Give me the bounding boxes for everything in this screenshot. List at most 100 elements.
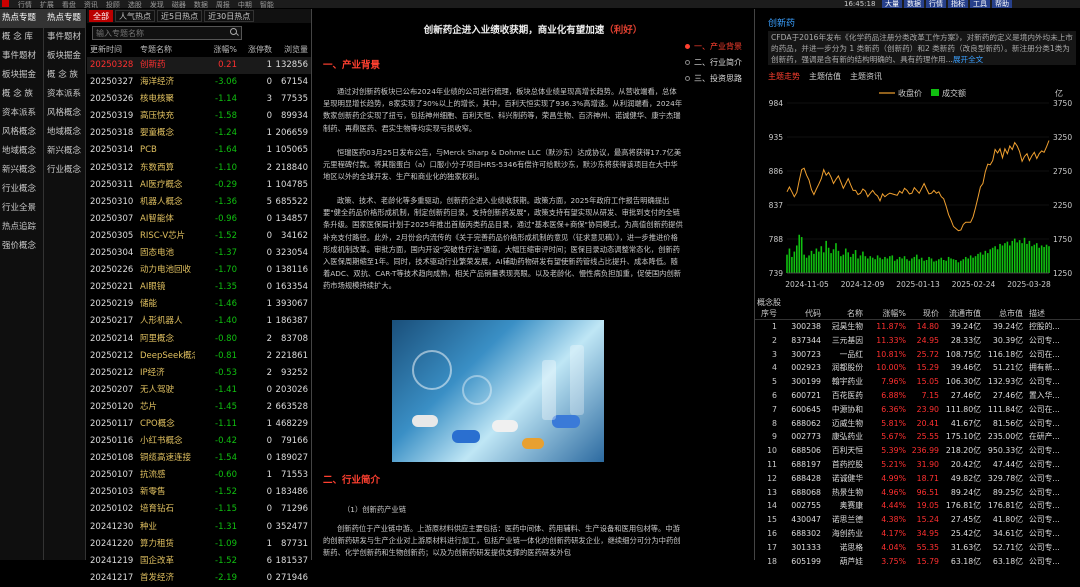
subnav-item-6[interactable]: 地域概念 — [44, 123, 85, 142]
header-views[interactable]: 浏览量 — [272, 43, 310, 57]
top-button-4[interactable]: 工具 — [970, 0, 990, 8]
menu-item-3[interactable]: 资讯 — [84, 1, 98, 8]
subnav-item-0[interactable]: 热点专题 — [44, 9, 85, 28]
subnav-item-1[interactable]: 事件题材 — [44, 28, 85, 47]
subnav-item-2[interactable]: 板块掘金 — [44, 47, 85, 66]
list-item[interactable]: 20250120 芯片 -1.45 2 663528 — [87, 399, 311, 416]
list-item[interactable]: 20250311 AI医疗概念 -0.29 1 104785 — [87, 177, 311, 194]
list-item[interactable]: 20250327 海洋经济 -3.06 0 67154 — [87, 74, 311, 91]
top-button-2[interactable]: 行情 — [926, 0, 946, 8]
list-item[interactable]: 20250214 阿里概念 -0.80 2 83708 — [87, 331, 311, 348]
detail-tab-2[interactable]: 主题资讯 — [850, 71, 882, 82]
list-item[interactable]: 20250326 核电核聚 -1.14 3 77535 — [87, 91, 311, 108]
table-row[interactable]: 18 605199 葫芦娃 3.75% 15.79 63.18亿 63.18亿 公司专... — [755, 555, 1080, 569]
sidebar-item-4[interactable]: 概 念 族 — [0, 85, 43, 104]
detail-tab-0[interactable]: 主题走势 — [768, 71, 800, 82]
sidebar-item-6[interactable]: 风格概念 — [0, 123, 43, 142]
menu-item-7[interactable]: 磁器 — [172, 1, 186, 8]
sidebar-item-12[interactable]: 强价概念 — [0, 237, 43, 256]
table-row[interactable]: 14 002755 奥赛康 4.44% 19.05 176.81亿 176.81亿 公司专..… — [755, 499, 1080, 513]
menu-item-6[interactable]: 发现 — [150, 1, 164, 8]
list-item[interactable]: 20250108 铜缆高速连接 -1.54 0 189027 — [87, 450, 311, 467]
list-item[interactable]: 20250212 DeepSeek概念 -0.81 2 221861 — [87, 348, 311, 365]
header-stocks[interactable]: 涨停数 — [237, 43, 272, 57]
list-tab-3[interactable]: 近30日热点 — [204, 10, 255, 22]
col-total[interactable]: 总市值 — [981, 307, 1023, 319]
menu-item-11[interactable]: 智能 — [260, 1, 274, 8]
table-row[interactable]: 8 688062 迈威生物 5.81% 20.41 41.67亿 81.56亿 公司专... — [755, 417, 1080, 431]
list-item[interactable]: 20250305 RISC-V芯片 -1.52 0 34162 — [87, 228, 311, 245]
table-row[interactable]: 7 600645 中源协和 6.36% 23.90 111.80亿 111.84亿 公司在..… — [755, 403, 1080, 417]
list-item[interactable]: 20241220 算力租赁 -1.09 1 87731 — [87, 536, 311, 553]
list-item[interactable]: 20250103 新零售 -1.52 0 183486 — [87, 484, 311, 501]
toc-item-0[interactable]: 一、产业背景 — [685, 39, 753, 55]
sidebar-item-3[interactable]: 板块掘金 — [0, 66, 43, 85]
table-row[interactable]: 12 688428 诺诚健华 4.99% 18.71 49.82亿 329.78亿 公司专..… — [755, 472, 1080, 486]
header-chg[interactable]: 涨幅% — [195, 43, 237, 57]
sidebar-item-11[interactable]: 热点追踪 — [0, 218, 43, 237]
table-row[interactable]: 13 688068 热景生物 4.96% 96.51 89.24亿 89.25亿 公司专... — [755, 486, 1080, 500]
subnav-item-3[interactable]: 概 念 族 — [44, 66, 85, 85]
list-item[interactable]: 20250307 AI智能体 -0.96 0 134857 — [87, 211, 311, 228]
list-item[interactable]: 20250226 动力电池回收 -1.70 0 138116 — [87, 262, 311, 279]
table-row[interactable]: 3 300723 一品红 10.81% 25.72 108.75亿 116.18亿 公司在..… — [755, 348, 1080, 362]
menu-item-8[interactable]: 数据 — [194, 1, 208, 8]
sidebar-item-9[interactable]: 行业概念 — [0, 180, 43, 199]
list-item[interactable]: 20250116 小红书概念 -0.42 0 79166 — [87, 433, 311, 450]
sidebar-item-0[interactable]: 热点专题 — [0, 9, 43, 28]
sidebar-item-1[interactable]: 概 念 库 — [0, 28, 43, 47]
sidebar-item-8[interactable]: 新兴概念 — [0, 161, 43, 180]
header-date[interactable]: 更新时间 — [87, 43, 135, 57]
sidebar-item-7[interactable]: 地域概念 — [0, 142, 43, 161]
table-row[interactable]: 16 688302 海创药业 4.17% 34.95 25.42亿 34.61亿 公司专... — [755, 527, 1080, 541]
sidebar-item-5[interactable]: 资本派系 — [0, 104, 43, 123]
menu-item-10[interactable]: 中期 — [238, 1, 252, 8]
list-tab-1[interactable]: 人气热点 — [115, 10, 155, 22]
toc-item-2[interactable]: 三、投资思路 — [685, 71, 753, 87]
list-tab-2[interactable]: 近5日热点 — [157, 10, 203, 22]
list-item[interactable]: 20241219 国企改革 -1.52 6 181537 — [87, 553, 311, 570]
table-row[interactable]: 6 600721 百花医药 6.88% 7.15 27.46亿 27.46亿 置入华... — [755, 389, 1080, 403]
menu-item-5[interactable]: 选股 — [128, 1, 142, 8]
list-item[interactable]: 20250328 创新药 0.21 1 132856 — [87, 57, 311, 75]
list-item[interactable]: 20250117 CPO概念 -1.11 1 468229 — [87, 416, 311, 433]
top-button-0[interactable]: 大量 — [882, 0, 902, 8]
table-row[interactable]: 17 301333 诺思格 4.04% 55.35 31.63亿 52.71亿 公司专... — [755, 541, 1080, 555]
subnav-item-5[interactable]: 风格概念 — [44, 104, 85, 123]
list-item[interactable]: 20250212 IP经济 -0.53 2 93252 — [87, 365, 311, 382]
subnav-item-4[interactable]: 资本派系 — [44, 85, 85, 104]
list-item[interactable]: 20250310 机器人概念 -1.36 5 685522 — [87, 194, 311, 211]
menu-item-0[interactable]: 行情 — [18, 1, 32, 8]
list-item[interactable]: 20250219 储能 -1.46 1 393067 — [87, 296, 311, 313]
list-tab-0[interactable]: 全部 — [89, 10, 113, 22]
table-row[interactable]: 1 300238 冠昊生物 11.87% 14.80 39.24亿 39.24亿 控股的... — [755, 320, 1080, 334]
sidebar-item-10[interactable]: 行业全景 — [0, 199, 43, 218]
table-row[interactable]: 2 837344 三元基因 11.33% 24.95 28.33亿 30.39亿 公司专... — [755, 334, 1080, 348]
list-item[interactable]: 20250318 婴童概念 -1.24 1 206659 — [87, 125, 311, 142]
table-row[interactable]: 15 430047 诺思兰德 4.38% 15.24 27.45亿 41.80亿 公司专... — [755, 513, 1080, 527]
search-input[interactable] — [92, 26, 242, 40]
col-pct[interactable]: 涨幅% — [863, 307, 906, 319]
expand-link[interactable]: 展开全文 — [953, 55, 983, 64]
col-price[interactable]: 现价 — [906, 307, 939, 319]
top-button-5[interactable]: 帮助 — [992, 0, 1012, 8]
subnav-item-7[interactable]: 新兴概念 — [44, 142, 85, 161]
table-row[interactable]: 5 300199 翰宇药业 7.96% 15.05 106.30亿 132.93亿 公司专..… — [755, 375, 1080, 389]
col-code[interactable]: 代码 — [777, 307, 821, 319]
list-item[interactable]: 20250319 高压快充 -1.58 0 89934 — [87, 108, 311, 125]
list-item[interactable]: 20241230 种业 -1.31 0 352477 — [87, 519, 311, 536]
search-icon[interactable] — [230, 28, 237, 35]
list-item[interactable]: 20250102 培育钻石 -1.15 0 71296 — [87, 501, 311, 518]
table-row[interactable]: 4 002923 润都股份 10.00% 15.29 39.46亿 51.21亿 拥有新... — [755, 361, 1080, 375]
list-item[interactable]: 20250221 AI眼镜 -1.35 0 163354 — [87, 279, 311, 296]
table-row[interactable]: 11 688197 首药控股 5.21% 31.90 20.42亿 47.44亿 公司专... — [755, 458, 1080, 472]
menu-item-4[interactable]: 投顾 — [106, 1, 120, 8]
list-item[interactable]: 20241217 首发经济 -2.19 0 271946 — [87, 570, 311, 587]
col-float[interactable]: 流通市值 — [939, 307, 981, 319]
detail-tab-1[interactable]: 主题估值 — [809, 71, 841, 82]
col-name[interactable]: 名称 — [821, 307, 863, 319]
toc-item-1[interactable]: 二、行业简介 — [685, 55, 753, 71]
col-seq[interactable]: 序号 — [755, 307, 777, 319]
list-item[interactable]: 20250304 固态电池 -1.37 0 323054 — [87, 245, 311, 262]
table-row[interactable]: 10 688506 百利天恒 5.39% 236.99 218.20亿 950.33亿 公司专… — [755, 444, 1080, 458]
